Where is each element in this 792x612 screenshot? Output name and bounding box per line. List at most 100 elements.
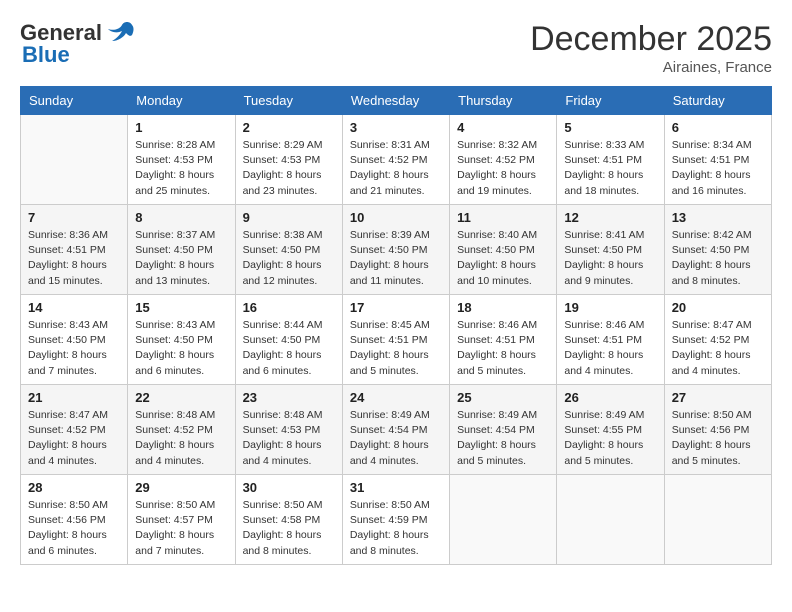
day-number: 6: [672, 120, 764, 135]
calendar-week-5: 28Sunrise: 8:50 AM Sunset: 4:56 PM Dayli…: [21, 475, 772, 565]
logo-blue-text: Blue: [22, 42, 70, 68]
day-info: Sunrise: 8:42 AM Sunset: 4:50 PM Dayligh…: [672, 228, 764, 289]
calendar-cell: 12 Sunrise: 8:41 AM Sunset: 4:50 PM Dayli…: [557, 205, 664, 295]
calendar-cell: 20 Sunrise: 8:47 AM Sunset: 4:52 PM Dayli…: [664, 295, 771, 385]
day-number: 29: [135, 480, 227, 495]
day-number: 15: [135, 300, 227, 315]
day-info: Sunrise: 8:39 AM Sunset: 4:50 PM Dayligh…: [350, 228, 442, 289]
day-info: Sunrise: 8:45 AM Sunset: 4:51 PM Dayligh…: [350, 318, 442, 379]
day-number: 3: [350, 120, 442, 135]
logo-bird-icon: [104, 21, 134, 43]
calendar-cell: 31 Sunrise: 8:50 AM Sunset: 4:59 PM Dayli…: [342, 475, 449, 565]
calendar-cell: 25Sunrise: 8:49 AM Sunset: 4:54 PM Dayli…: [450, 385, 557, 475]
day-info: Sunrise: 8:46 AM Sunset: 4:51 PM Dayligh…: [457, 318, 549, 379]
day-info: Sunrise: 8:28 AM Sunset: 4:53 PM Dayligh…: [135, 138, 227, 199]
calendar-cell: 24 Sunrise: 8:49 AM Sunset: 4:54 PM Dayli…: [342, 385, 449, 475]
day-number: 23: [243, 390, 335, 405]
location-text: Airaines, France: [530, 59, 772, 76]
calendar-week-4: 21 Sunrise: 8:47 AM Sunset: 4:52 PM Dayli…: [21, 385, 772, 475]
col-friday: Friday: [557, 87, 664, 115]
calendar-cell: 4Sunrise: 8:32 AM Sunset: 4:52 PM Daylig…: [450, 115, 557, 205]
calendar-cell: 1 Sunrise: 8:28 AM Sunset: 4:53 PM Daylig…: [128, 115, 235, 205]
day-info: Sunrise: 8:48 AM Sunset: 4:53 PM Dayligh…: [243, 408, 335, 469]
calendar-cell: 5 Sunrise: 8:33 AM Sunset: 4:51 PM Daylig…: [557, 115, 664, 205]
calendar-cell: 15 Sunrise: 8:43 AM Sunset: 4:50 PM Dayli…: [128, 295, 235, 385]
calendar-cell: 7 Sunrise: 8:36 AM Sunset: 4:51 PM Daylig…: [21, 205, 128, 295]
day-info: Sunrise: 8:47 AM Sunset: 4:52 PM Dayligh…: [28, 408, 120, 469]
calendar-cell: 10Sunrise: 8:39 AM Sunset: 4:50 PM Dayli…: [342, 205, 449, 295]
col-sunday: Sunday: [21, 87, 128, 115]
calendar-cell: 27Sunrise: 8:50 AM Sunset: 4:56 PM Dayli…: [664, 385, 771, 475]
day-number: 5: [564, 120, 656, 135]
calendar-cell: 21 Sunrise: 8:47 AM Sunset: 4:52 PM Dayli…: [21, 385, 128, 475]
calendar-table: Sunday Monday Tuesday Wednesday Thursday…: [20, 86, 772, 565]
day-number: 22: [135, 390, 227, 405]
day-info: Sunrise: 8:33 AM Sunset: 4:51 PM Dayligh…: [564, 138, 656, 199]
day-info: Sunrise: 8:34 AM Sunset: 4:51 PM Dayligh…: [672, 138, 764, 199]
calendar-cell: [557, 475, 664, 565]
calendar-cell: 14 Sunrise: 8:43 AM Sunset: 4:50 PM Dayli…: [21, 295, 128, 385]
calendar-cell: [664, 475, 771, 565]
day-info: Sunrise: 8:44 AM Sunset: 4:50 PM Dayligh…: [243, 318, 335, 379]
day-number: 8: [135, 210, 227, 225]
day-number: 7: [28, 210, 120, 225]
calendar-cell: 17 Sunrise: 8:45 AM Sunset: 4:51 PM Dayli…: [342, 295, 449, 385]
day-info: Sunrise: 8:37 AM Sunset: 4:50 PM Dayligh…: [135, 228, 227, 289]
calendar-cell: 13 Sunrise: 8:42 AM Sunset: 4:50 PM Dayli…: [664, 205, 771, 295]
calendar-cell: 11Sunrise: 8:40 AM Sunset: 4:50 PM Dayli…: [450, 205, 557, 295]
day-number: 31: [350, 480, 442, 495]
calendar-cell: 28Sunrise: 8:50 AM Sunset: 4:56 PM Dayli…: [21, 475, 128, 565]
day-info: Sunrise: 8:36 AM Sunset: 4:51 PM Dayligh…: [28, 228, 120, 289]
calendar-cell: 3 Sunrise: 8:31 AM Sunset: 4:52 PM Daylig…: [342, 115, 449, 205]
page-header: General Blue December 2025 Airaines, Fra…: [20, 20, 772, 76]
day-info: Sunrise: 8:31 AM Sunset: 4:52 PM Dayligh…: [350, 138, 442, 199]
calendar-cell: 29 Sunrise: 8:50 AM Sunset: 4:57 PM Dayli…: [128, 475, 235, 565]
day-number: 26: [564, 390, 656, 405]
calendar-cell: 8 Sunrise: 8:37 AM Sunset: 4:50 PM Daylig…: [128, 205, 235, 295]
calendar-cell: [21, 115, 128, 205]
calendar-cell: [450, 475, 557, 565]
day-info: Sunrise: 8:50 AM Sunset: 4:57 PM Dayligh…: [135, 498, 227, 559]
calendar-header: Sunday Monday Tuesday Wednesday Thursday…: [21, 87, 772, 115]
calendar-cell: 26Sunrise: 8:49 AM Sunset: 4:55 PM Dayli…: [557, 385, 664, 475]
col-tuesday: Tuesday: [235, 87, 342, 115]
col-wednesday: Wednesday: [342, 87, 449, 115]
day-info: Sunrise: 8:49 AM Sunset: 4:54 PM Dayligh…: [350, 408, 442, 469]
day-number: 13: [672, 210, 764, 225]
day-number: 17: [350, 300, 442, 315]
calendar-cell: 2Sunrise: 8:29 AM Sunset: 4:53 PM Daylig…: [235, 115, 342, 205]
header-row: Sunday Monday Tuesday Wednesday Thursday…: [21, 87, 772, 115]
day-info: Sunrise: 8:43 AM Sunset: 4:50 PM Dayligh…: [135, 318, 227, 379]
calendar-cell: 9Sunrise: 8:38 AM Sunset: 4:50 PM Daylig…: [235, 205, 342, 295]
day-info: Sunrise: 8:43 AM Sunset: 4:50 PM Dayligh…: [28, 318, 120, 379]
day-info: Sunrise: 8:47 AM Sunset: 4:52 PM Dayligh…: [672, 318, 764, 379]
col-monday: Monday: [128, 87, 235, 115]
day-info: Sunrise: 8:29 AM Sunset: 4:53 PM Dayligh…: [243, 138, 335, 199]
day-number: 24: [350, 390, 442, 405]
day-info: Sunrise: 8:48 AM Sunset: 4:52 PM Dayligh…: [135, 408, 227, 469]
day-info: Sunrise: 8:50 AM Sunset: 4:58 PM Dayligh…: [243, 498, 335, 559]
day-number: 20: [672, 300, 764, 315]
day-info: Sunrise: 8:38 AM Sunset: 4:50 PM Dayligh…: [243, 228, 335, 289]
day-number: 21: [28, 390, 120, 405]
calendar-cell: 6 Sunrise: 8:34 AM Sunset: 4:51 PM Daylig…: [664, 115, 771, 205]
calendar-cell: 30Sunrise: 8:50 AM Sunset: 4:58 PM Dayli…: [235, 475, 342, 565]
day-info: Sunrise: 8:50 AM Sunset: 4:56 PM Dayligh…: [672, 408, 764, 469]
calendar-body: 1 Sunrise: 8:28 AM Sunset: 4:53 PM Daylig…: [21, 115, 772, 565]
calendar-cell: 22 Sunrise: 8:48 AM Sunset: 4:52 PM Dayli…: [128, 385, 235, 475]
day-info: Sunrise: 8:50 AM Sunset: 4:59 PM Dayligh…: [350, 498, 442, 559]
day-number: 12: [564, 210, 656, 225]
day-number: 19: [564, 300, 656, 315]
day-info: Sunrise: 8:49 AM Sunset: 4:54 PM Dayligh…: [457, 408, 549, 469]
logo: General Blue: [20, 20, 134, 68]
day-info: Sunrise: 8:41 AM Sunset: 4:50 PM Dayligh…: [564, 228, 656, 289]
day-number: 18: [457, 300, 549, 315]
calendar-week-2: 7 Sunrise: 8:36 AM Sunset: 4:51 PM Daylig…: [21, 205, 772, 295]
day-info: Sunrise: 8:32 AM Sunset: 4:52 PM Dayligh…: [457, 138, 549, 199]
day-number: 1: [135, 120, 227, 135]
day-number: 16: [243, 300, 335, 315]
col-thursday: Thursday: [450, 87, 557, 115]
day-number: 14: [28, 300, 120, 315]
day-info: Sunrise: 8:50 AM Sunset: 4:56 PM Dayligh…: [28, 498, 120, 559]
day-info: Sunrise: 8:40 AM Sunset: 4:50 PM Dayligh…: [457, 228, 549, 289]
